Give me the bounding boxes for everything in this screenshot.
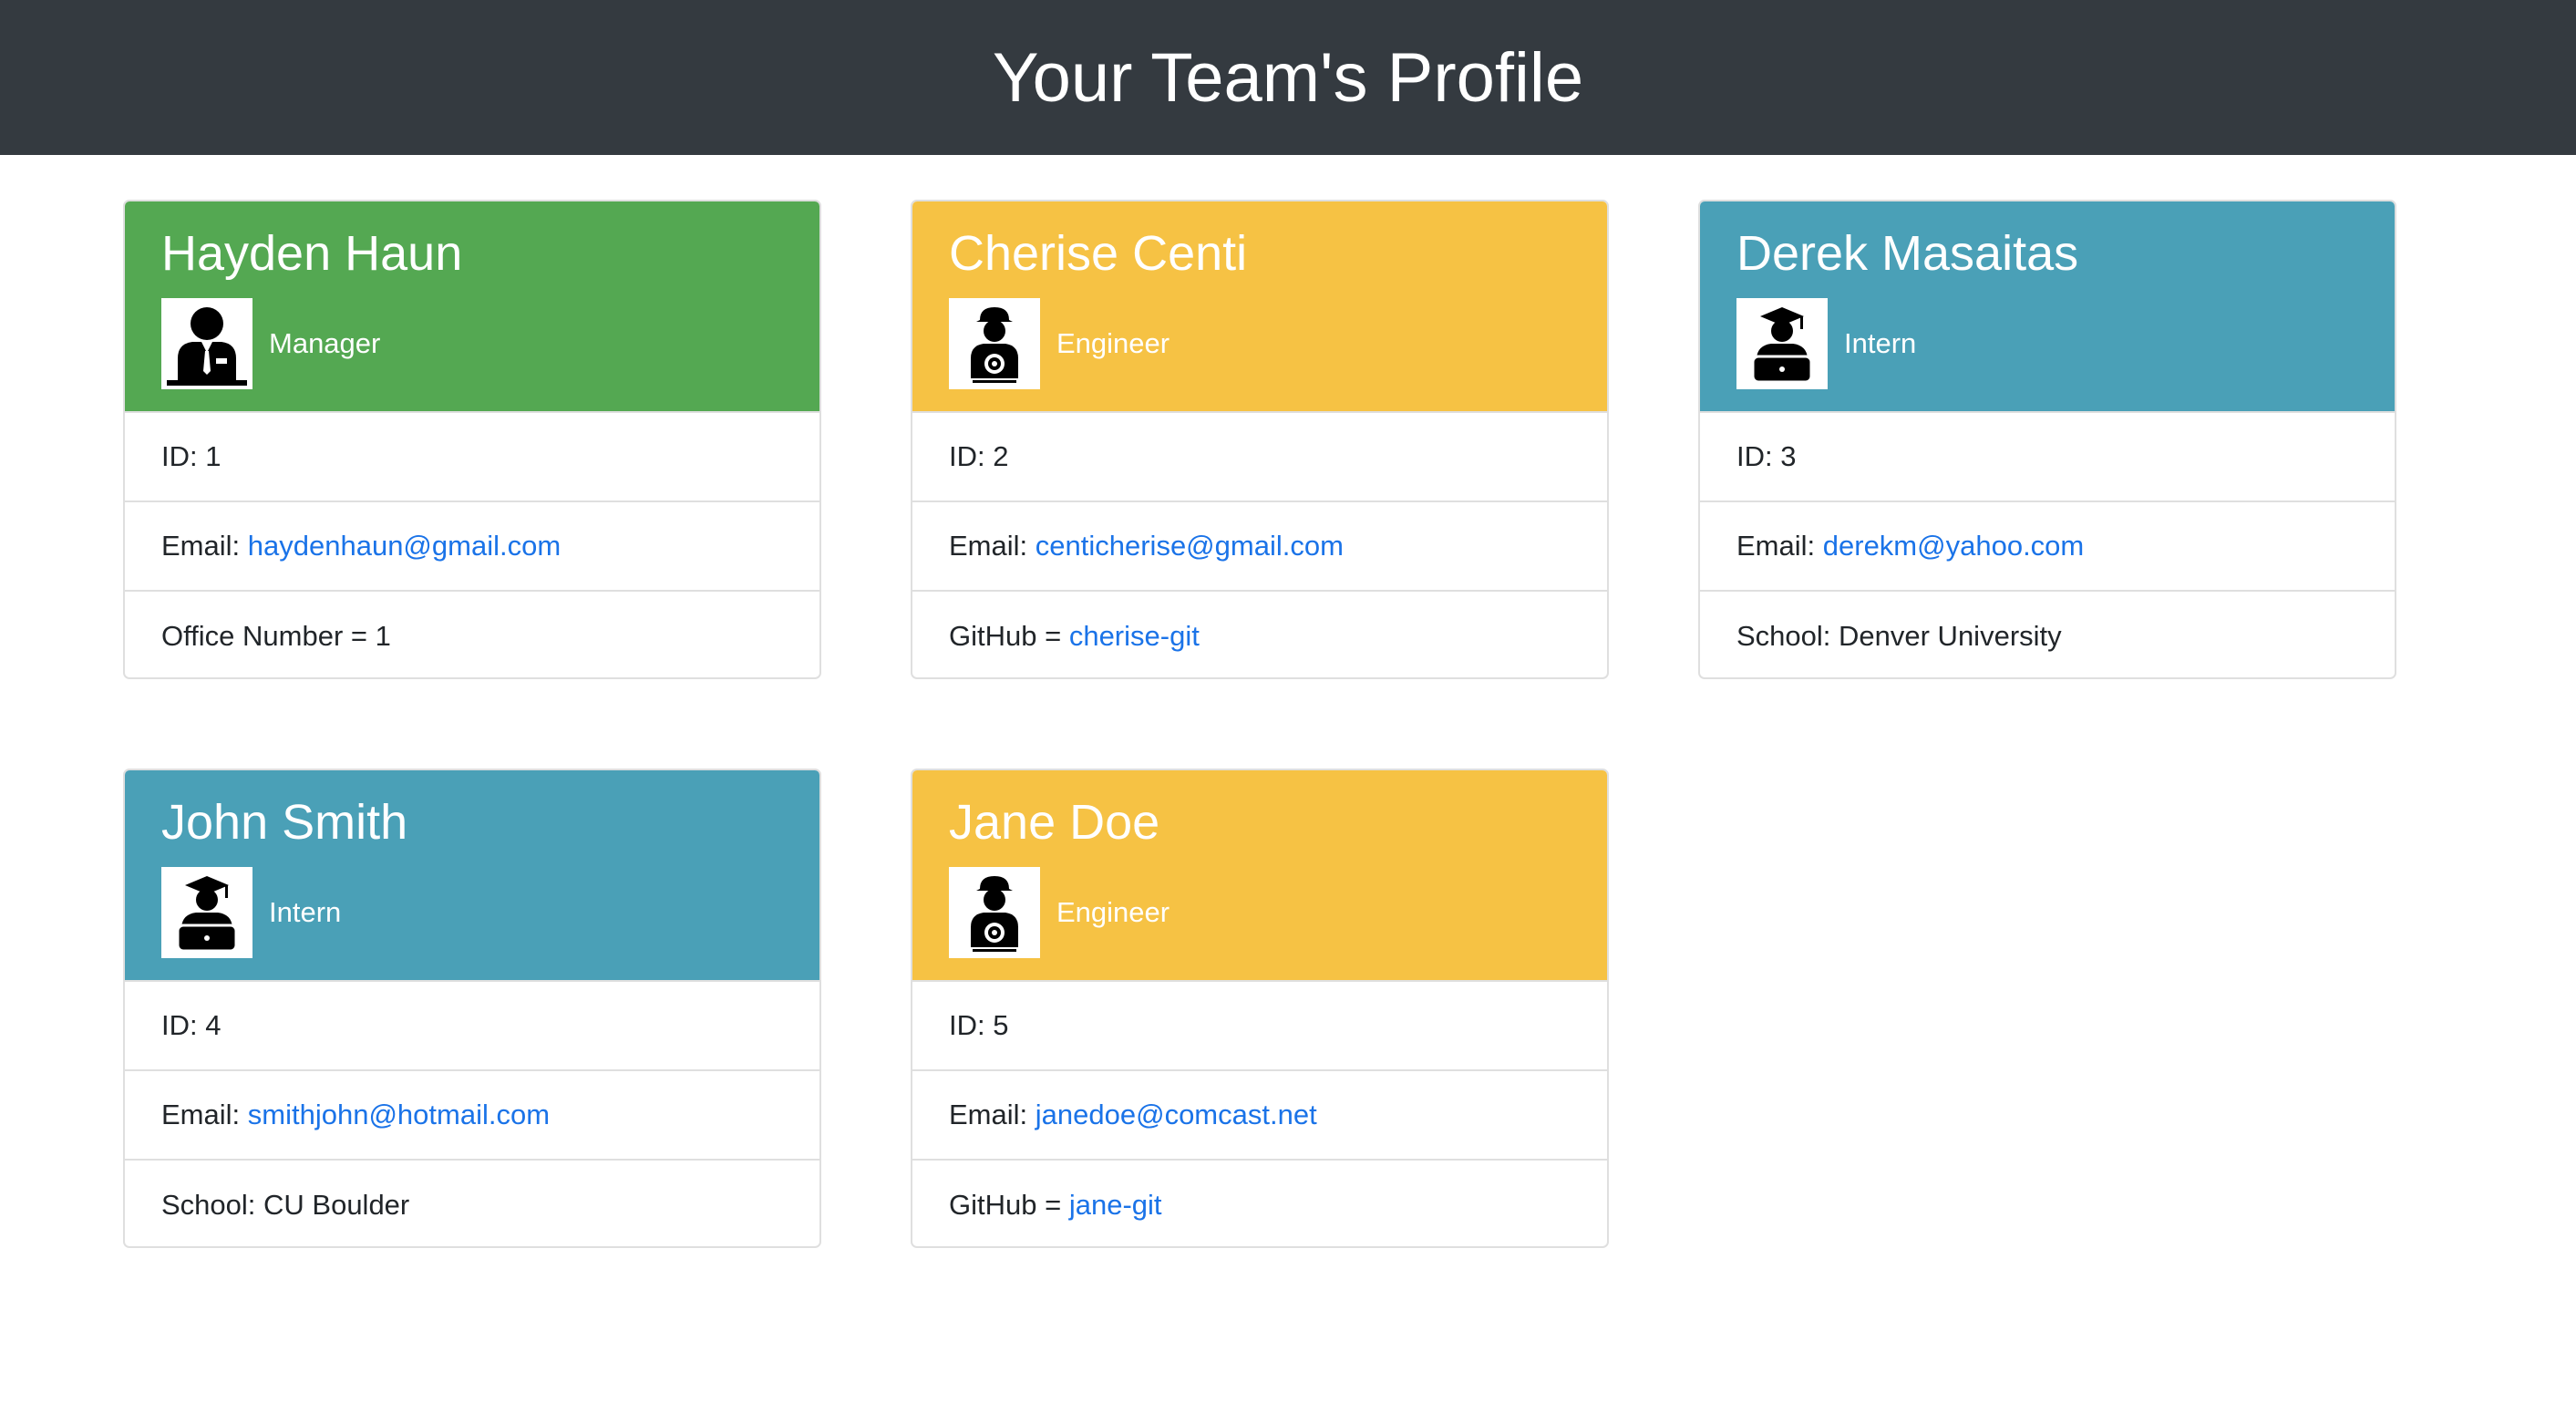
id-text: ID: 2: [949, 440, 1009, 472]
employee-id: ID: 2: [912, 413, 1607, 502]
github-label: GitHub =: [949, 620, 1062, 652]
email-label: Email:: [1736, 530, 1816, 562]
role-label: Intern: [269, 896, 342, 928]
id-text: ID: 3: [1736, 440, 1797, 472]
employee-name: John Smith: [161, 795, 408, 850]
card-header: Derek Masaitas Intern: [1700, 201, 2395, 413]
role-label: Manager: [269, 327, 381, 359]
email-link[interactable]: haydenhaun@gmail.com: [248, 530, 561, 562]
role-row: Intern: [1736, 298, 2358, 389]
card-header: Jane Doe Engineer: [912, 770, 1607, 982]
school: School: Denver University: [1700, 592, 2395, 677]
email-label: Email:: [161, 530, 241, 562]
id-text: ID: 1: [161, 440, 222, 472]
card-header: Hayden Haun Manager: [125, 201, 819, 413]
card-header: Cherise Centi Engineer: [912, 201, 1607, 413]
role-row: Engineer: [949, 867, 1571, 958]
email-label: Email:: [949, 530, 1028, 562]
employee-name: Jane Doe: [949, 795, 1160, 850]
top-navbar: Your Team's Profile: [0, 0, 2576, 155]
manager-icon: [161, 298, 252, 389]
engineer-icon: [949, 867, 1040, 958]
employee-name: Derek Masaitas: [1736, 226, 2079, 281]
school-text: School: Denver University: [1736, 620, 2062, 652]
intern-icon: [161, 867, 252, 958]
email-link[interactable]: centicherise@gmail.com: [1036, 530, 1344, 562]
page-title: Your Team's Profile: [992, 38, 1584, 117]
email-link[interactable]: smithjohn@hotmail.com: [248, 1099, 550, 1131]
email-label: Email:: [949, 1099, 1028, 1130]
employee-id: ID: 4: [125, 982, 819, 1071]
github: GitHub = cherise-git: [912, 592, 1607, 677]
github-link[interactable]: cherise-git: [1069, 620, 1200, 653]
school: School: CU Boulder: [125, 1161, 819, 1246]
github-label: GitHub =: [949, 1189, 1062, 1221]
role-row: Manager: [161, 298, 783, 389]
employee-card: Jane Doe Engineer ID: 5 Email: janedoe@c…: [911, 769, 1609, 1248]
employee-id: ID: 3: [1700, 413, 2395, 502]
employee-card: Cherise Centi Engineer ID: 2 Email: cent…: [911, 200, 1609, 679]
email-label: Email:: [161, 1099, 241, 1130]
employee-id: ID: 5: [912, 982, 1607, 1071]
engineer-icon: [949, 298, 1040, 389]
office-number: Office Number = 1: [125, 592, 819, 677]
github: GitHub = jane-git: [912, 1161, 1607, 1246]
id-text: ID: 5: [949, 1009, 1009, 1041]
intern-icon: [1736, 298, 1828, 389]
role-label: Engineer: [1056, 327, 1170, 359]
role-label: Intern: [1844, 327, 1917, 359]
employee-card: Hayden Haun Manager ID: 1 Email: haydenh…: [123, 200, 821, 679]
employee-name: Hayden Haun: [161, 226, 463, 281]
employee-email: Email: smithjohn@hotmail.com: [125, 1071, 819, 1161]
employee-email: Email: janedoe@comcast.net: [912, 1071, 1607, 1161]
employee-card: John Smith Intern ID: 4 Email: smithjohn…: [123, 769, 821, 1248]
role-row: Engineer: [949, 298, 1571, 389]
email-link[interactable]: janedoe@comcast.net: [1036, 1099, 1317, 1131]
role-row: Intern: [161, 867, 783, 958]
employee-email: Email: haydenhaun@gmail.com: [125, 502, 819, 592]
github-link[interactable]: jane-git: [1069, 1189, 1162, 1222]
card-header: John Smith Intern: [125, 770, 819, 982]
employee-card: Derek Masaitas Intern ID: 3 Email: derek…: [1698, 200, 2396, 679]
role-label: Engineer: [1056, 896, 1170, 928]
employee-email: Email: derekm@yahoo.com: [1700, 502, 2395, 592]
employee-email: Email: centicherise@gmail.com: [912, 502, 1607, 592]
email-link[interactable]: derekm@yahoo.com: [1823, 530, 2084, 562]
school-text: School: CU Boulder: [161, 1189, 410, 1221]
employee-name: Cherise Centi: [949, 226, 1248, 281]
office-number-text: Office Number = 1: [161, 620, 391, 652]
id-text: ID: 4: [161, 1009, 222, 1041]
employee-id: ID: 1: [125, 413, 819, 502]
